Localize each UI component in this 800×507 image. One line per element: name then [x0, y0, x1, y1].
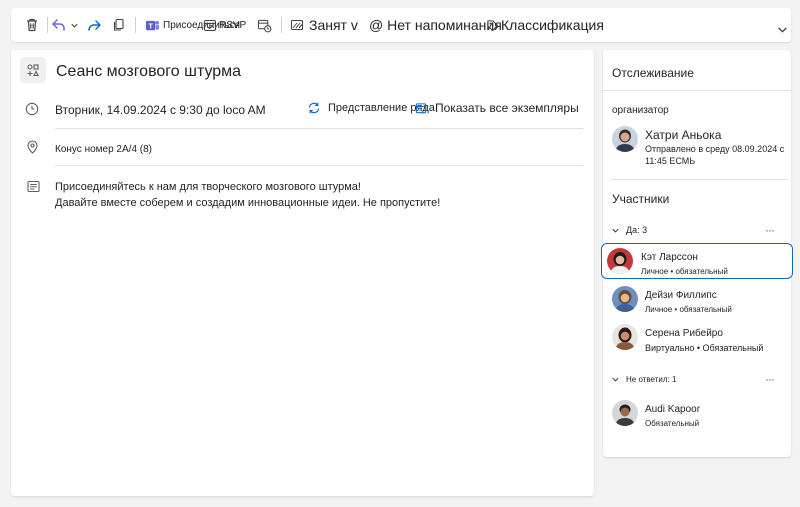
- tracking-pane: Отслеживание организатор Хатри Аньока От…: [601, 50, 793, 457]
- busy-status-label: Занят v: [309, 17, 358, 33]
- calendar-options-button[interactable]: [257, 8, 272, 42]
- organizer-avatar[interactable]: [612, 126, 638, 152]
- reply-icon: [52, 19, 65, 31]
- event-body-line-1: Присоединяйтесь к нам для творческого мо…: [55, 181, 361, 193]
- divider: [612, 179, 788, 180]
- show-all-instances-label: Показать все экземпляры: [435, 101, 579, 115]
- attendee-name: Дейзи Филлипс: [645, 290, 717, 301]
- reminder-label: @ Нет напоминания: [369, 17, 502, 33]
- rsvp-label: RSVP: [219, 19, 247, 31]
- chevron-down-icon: [71, 23, 78, 28]
- divider: [55, 165, 583, 166]
- organizer-sent-line-1: Отправлено в среду 08.09.2024 с: [645, 144, 785, 154]
- trash-icon: [27, 18, 37, 32]
- attendee-avatar: [612, 400, 638, 426]
- forward-icon: [88, 20, 101, 31]
- attendee-row[interactable]: Серена Рибейро Виртуально • Обязательный: [603, 320, 791, 356]
- attendee-avatar: [612, 286, 638, 312]
- classification-label: Классификация: [501, 17, 604, 33]
- calendar-check-icon: [203, 19, 217, 32]
- group-noreply-toggle[interactable]: Не ответил: 1: [611, 375, 676, 384]
- divider: [603, 90, 791, 91]
- svg-text:T: T: [148, 21, 153, 30]
- organizer-name: Хатри Аньока: [645, 128, 722, 142]
- busy-status-dropdown[interactable]: Занят v: [290, 8, 358, 42]
- group-yes-label: Да: 3: [626, 225, 648, 235]
- reminder-dropdown[interactable]: @ Нет напоминания: [369, 8, 502, 42]
- attendees-heading: Участники: [612, 192, 670, 206]
- event-details-pane: Сеанс мозгового штурма Вторник, 14.09.20…: [11, 50, 594, 496]
- copy-button[interactable]: [112, 8, 126, 42]
- attendee-row[interactable]: Дейзи Филлипс Личное • обязательный: [603, 282, 791, 318]
- delete-button[interactable]: [24, 8, 40, 42]
- clock-icon: [25, 102, 39, 121]
- rsvp-button[interactable]: RSVP: [203, 8, 246, 42]
- attendee-detail: Личное • обязательный: [645, 305, 732, 314]
- group-noreply-label: Не ответил: 1: [626, 375, 677, 384]
- recurrence-icon: [308, 102, 320, 114]
- attendee-row[interactable]: Кэт Ларссон Личное • обязательный: [601, 243, 793, 279]
- notes-icon: [27, 180, 40, 198]
- show-all-instances-button[interactable]: Показать все экземпляры: [415, 101, 579, 115]
- event-title: Сеанс мозгового штурма: [56, 63, 242, 80]
- event-body-line-2: Давайте вместе соберем и создадим иннова…: [55, 197, 441, 209]
- teams-icon: T: [145, 20, 160, 30]
- attendee-detail: Обязательный: [645, 419, 700, 428]
- classification-button[interactable]: Классификация: [486, 8, 604, 42]
- reply-button[interactable]: [51, 8, 67, 42]
- attendee-name: Серена Рибейро: [645, 328, 723, 339]
- attendee-name: Audi Kapoor: [645, 404, 701, 415]
- organizer-heading: организатор: [612, 105, 669, 116]
- chevron-down-icon: [612, 377, 619, 382]
- calendar-multiple-icon: [415, 102, 427, 113]
- busy-status-icon: [290, 19, 304, 31]
- calendar-clock-icon: [257, 19, 272, 32]
- reply-options-dropdown[interactable]: [70, 8, 79, 42]
- attendee-detail: Личное • обязательный: [641, 267, 728, 276]
- tracking-title: Отслеживание: [612, 66, 694, 80]
- expand-toolbar-button[interactable]: [777, 12, 788, 46]
- event-location: Конус номер 2A/4 (8): [55, 144, 153, 155]
- organizer-sent-line-2: 11:45 ЕСМЬ: [645, 156, 696, 166]
- event-datetime: Вторник, 14.09.2024 с 9:30 до loco AM: [55, 103, 266, 117]
- attendee-avatar: [612, 324, 638, 350]
- attendee-avatar: [607, 248, 633, 274]
- group-noreply-more-button[interactable]: ···: [765, 372, 775, 386]
- attendee-row[interactable]: Audi Kapoor Обязательный: [603, 396, 791, 432]
- location-pin-icon: [26, 140, 39, 159]
- attendee-name: Кэт Ларссон: [641, 252, 698, 263]
- forward-button[interactable]: [86, 8, 102, 42]
- divider: [55, 128, 583, 129]
- event-category-button[interactable]: [20, 57, 46, 83]
- group-yes-more-button[interactable]: ···: [765, 223, 775, 237]
- command-toolbar: T Присоединиться RSVP Занят v @ Нет напо…: [11, 8, 791, 42]
- shapes-icon: [27, 64, 39, 77]
- chevron-down-icon: [612, 228, 619, 233]
- copy-icon: [113, 18, 124, 31]
- chevron-down-icon: [778, 26, 787, 33]
- attendee-detail: Виртуально • Обязательный: [645, 343, 764, 353]
- tag-icon: [487, 19, 499, 31]
- group-yes-toggle[interactable]: Да: 3: [611, 225, 647, 235]
